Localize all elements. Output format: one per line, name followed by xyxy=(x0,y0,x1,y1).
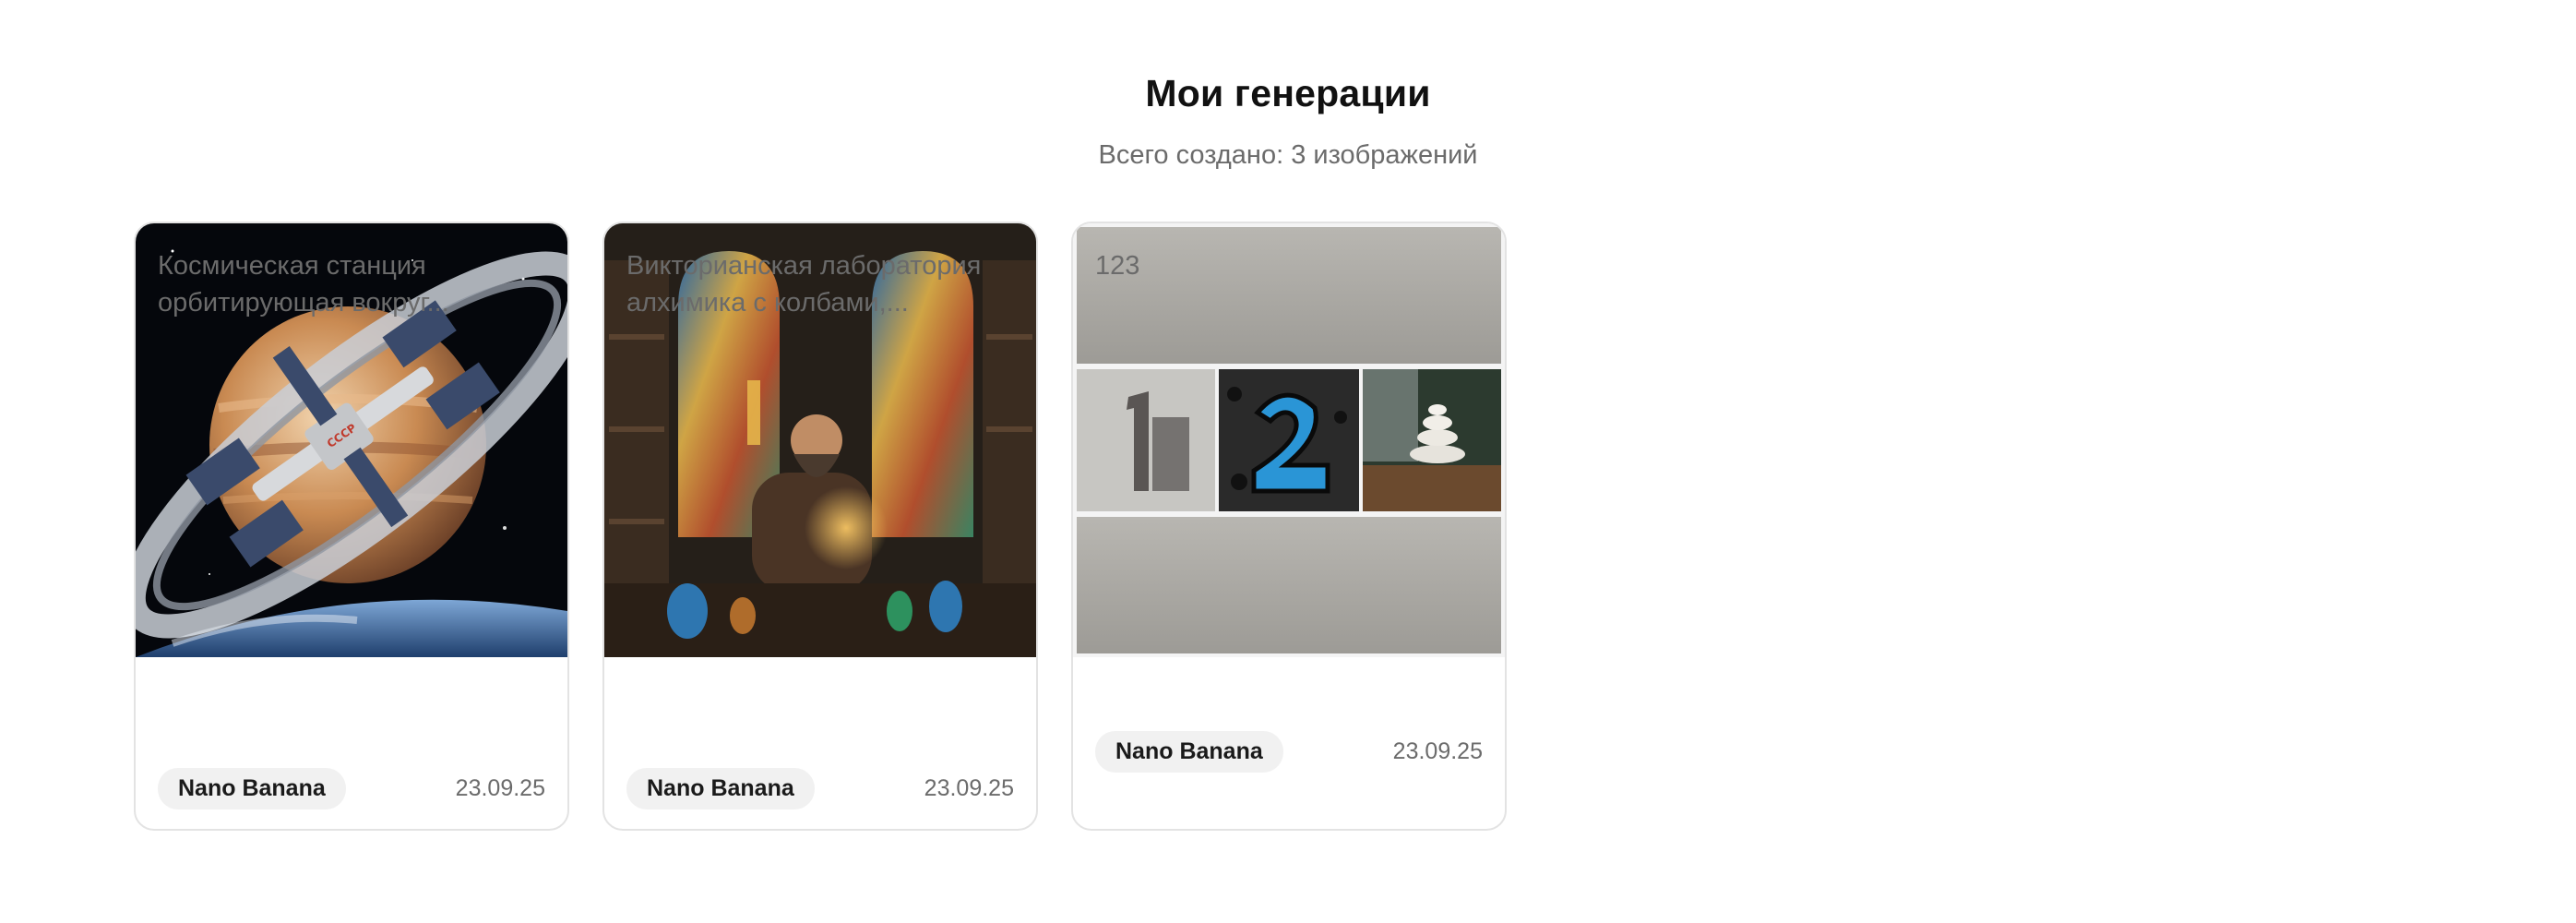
generation-date: 23.09.25 xyxy=(455,775,545,801)
page-title: Мои генерации xyxy=(1145,72,1431,114)
prompt-line: Викторианская лаборатория xyxy=(626,251,982,281)
prompt-line: 123 xyxy=(1095,251,1140,281)
generation-prompt: Викторианская лаборатория алхимика с кол… xyxy=(626,247,1014,321)
generation-card[interactable]: СССР Космическая станция орбитирующая во… xyxy=(134,222,569,831)
generation-date: 23.09.25 xyxy=(924,775,1014,801)
prompt-line: алхимика с колбами,... xyxy=(626,288,909,318)
generations-grid: СССР Космическая станция орбитирующая во… xyxy=(134,222,1507,831)
generation-prompt: 123 xyxy=(1095,247,1483,284)
card-meta: Nano Banana 23.09.25 xyxy=(1095,731,1483,773)
generation-card[interactable]: Викторианская лаборатория алхимика с кол… xyxy=(602,222,1038,831)
generation-prompt: Космическая станция орбитирующая вокруг.… xyxy=(158,247,545,321)
generation-date: 23.09.25 xyxy=(1392,738,1483,764)
card-meta: Nano Banana 23.09.25 xyxy=(626,768,1014,809)
prompt-line: Космическая станция xyxy=(158,251,426,281)
generation-image-collage[interactable] xyxy=(1073,223,1505,657)
prompt-line: орбитирующая вокруг... xyxy=(158,288,449,318)
model-badge: Nano Banana xyxy=(1095,731,1283,773)
model-badge: Nano Banana xyxy=(158,768,346,809)
generations-count: Всего создано: 3 изображений xyxy=(1098,140,1478,170)
card-meta: Nano Banana 23.09.25 xyxy=(158,768,545,809)
collage-image xyxy=(1073,223,1505,657)
model-badge: Nano Banana xyxy=(626,768,815,809)
generation-card[interactable]: 123 Nano Banana 23.09.25 xyxy=(1071,222,1507,831)
